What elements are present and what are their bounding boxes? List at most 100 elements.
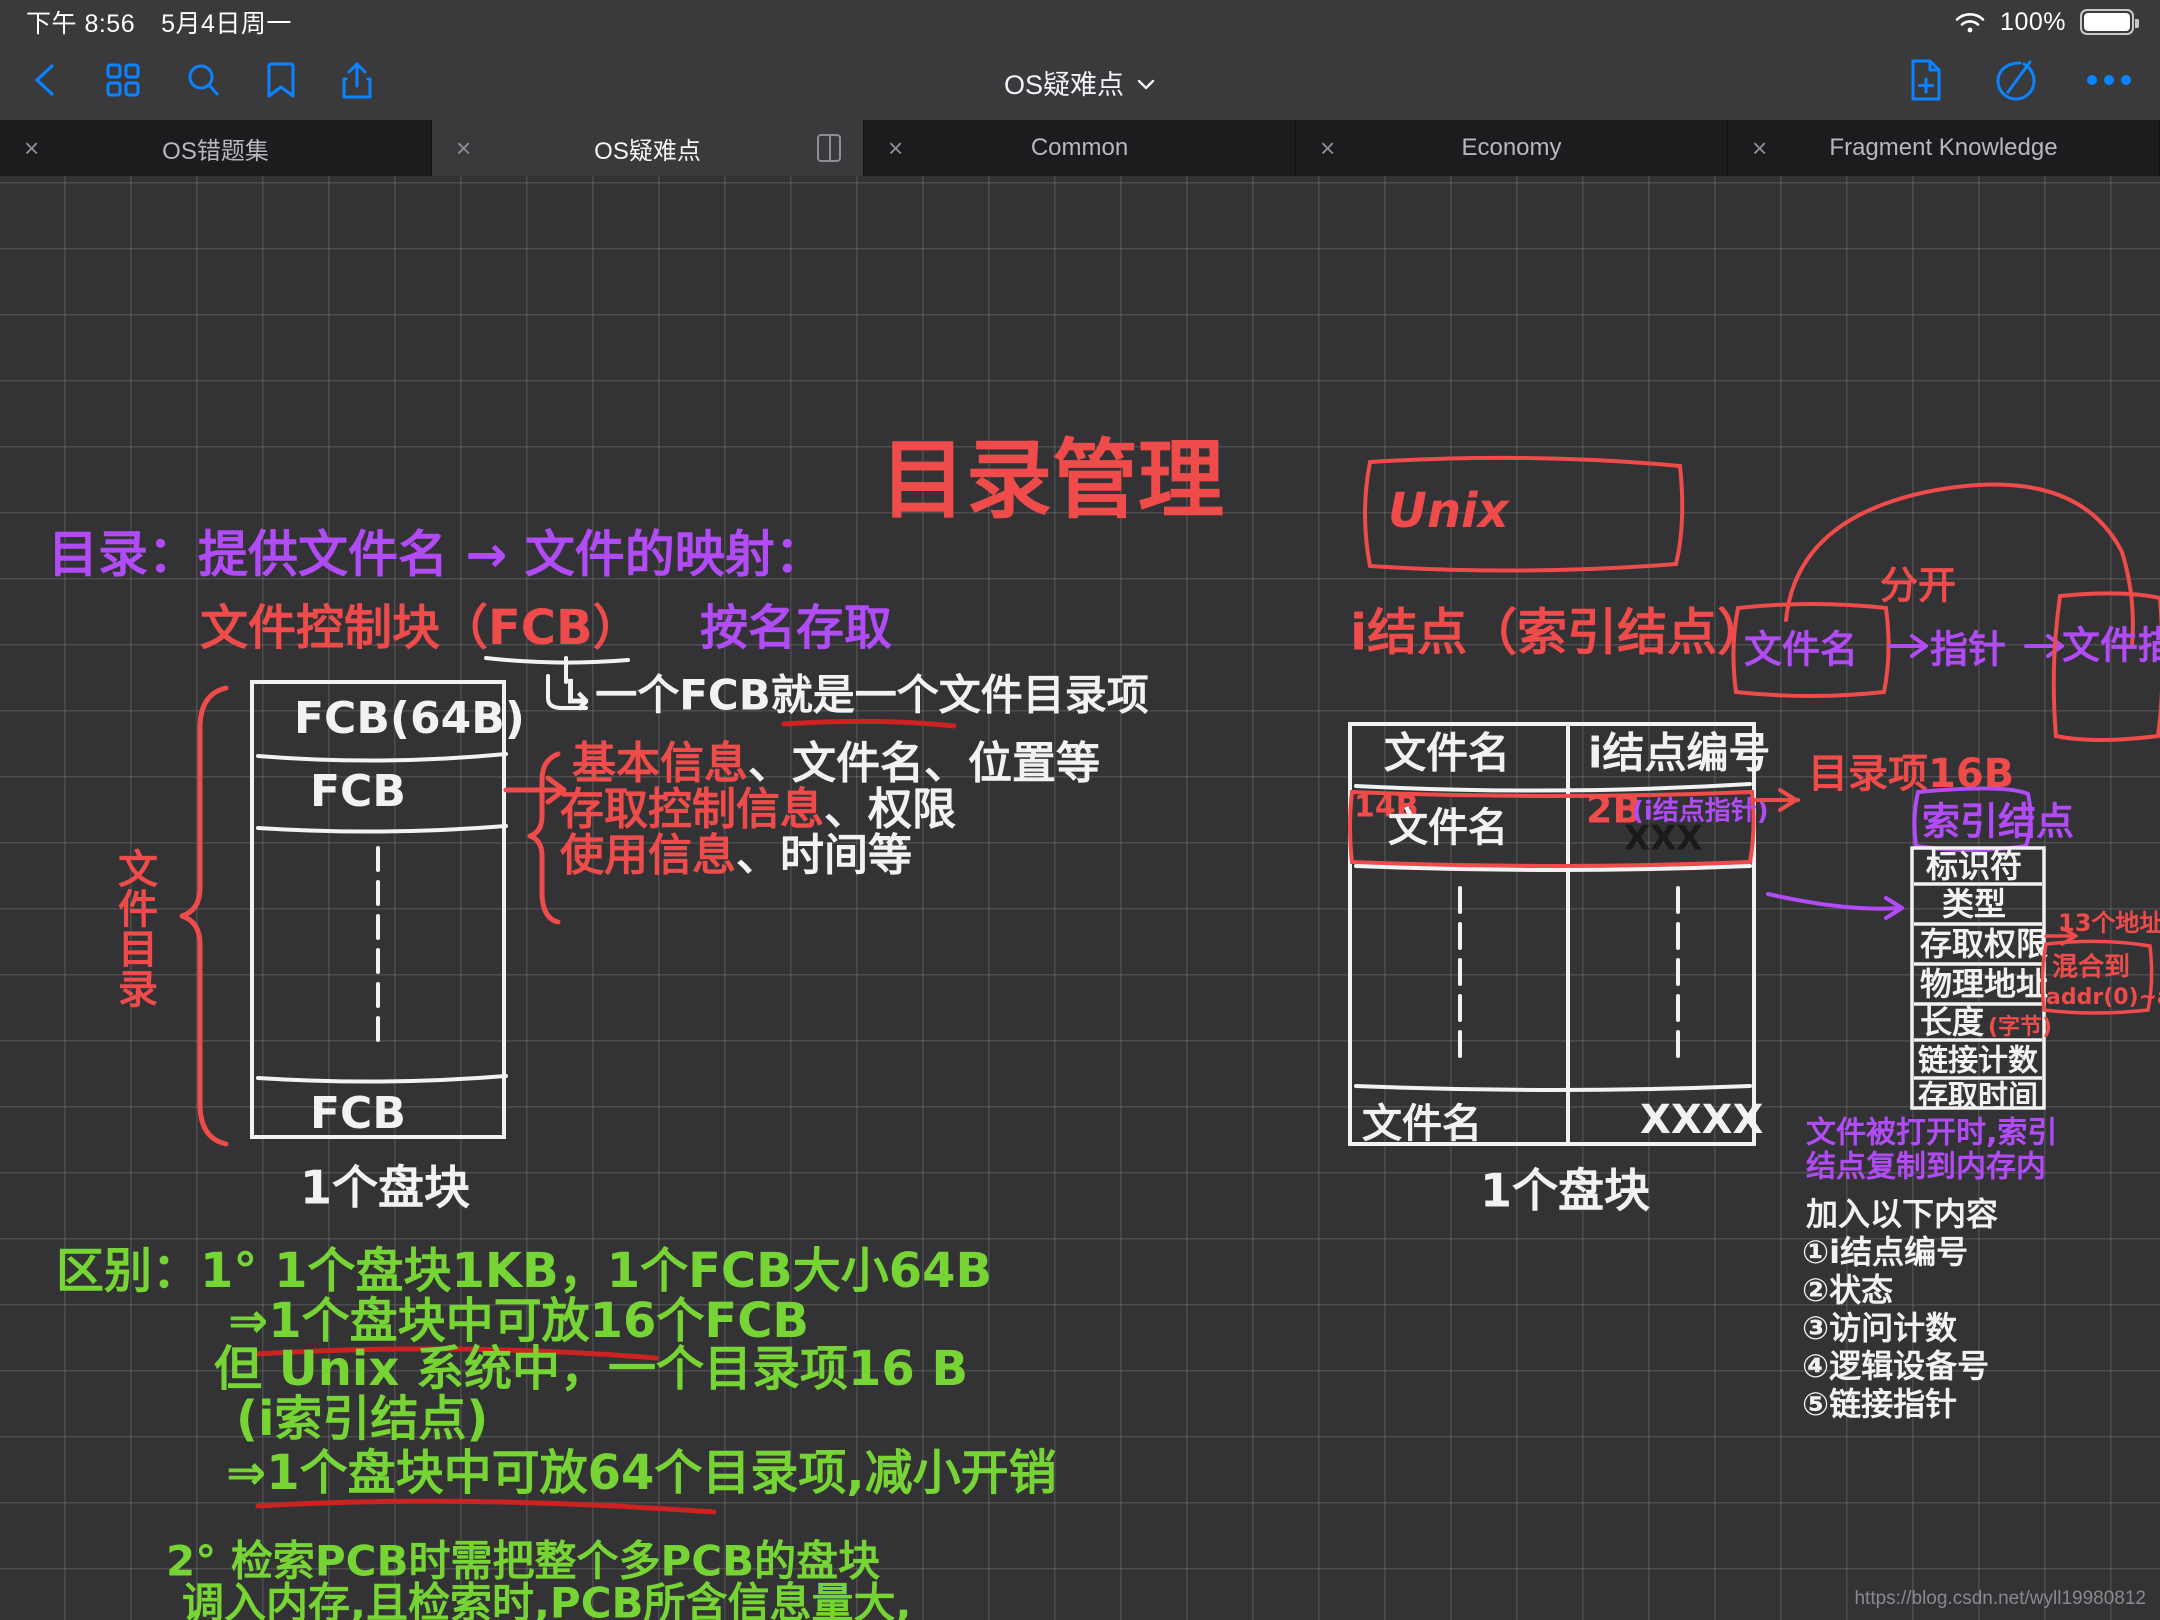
- fcb-divider-1: [256, 752, 508, 763]
- detail-item-0: 基本信息、文件名、位置等: [572, 738, 1100, 789]
- edit-pen-icon[interactable]: [1994, 57, 2038, 108]
- detail-item-1: 存取控制信息、权限: [560, 784, 956, 835]
- close-icon[interactable]: ×: [1752, 135, 1767, 161]
- status-date: 5月4日周一: [161, 10, 292, 38]
- fcb-box-outline: [250, 680, 506, 1139]
- dir-header-inodeno: i结点编号: [1588, 729, 1770, 778]
- inode-field-2: 存取权限: [1920, 925, 2048, 963]
- split-arc: [1784, 482, 2135, 646]
- detail-item-1-red: 存取控制信息: [560, 784, 824, 835]
- new-page-icon[interactable]: [1906, 57, 1946, 108]
- chain-arrow-1-icon: [1888, 634, 1928, 658]
- fcb-underline: [484, 656, 630, 665]
- wifi-icon: [1954, 10, 1986, 34]
- fcb-row-1: FCB: [310, 766, 406, 817]
- tab-os-cuotiji[interactable]: × OS错题集: [0, 120, 432, 176]
- detail-brace: [527, 751, 561, 925]
- close-icon[interactable]: ×: [1320, 135, 1335, 161]
- inode-white-note-1: ②状态: [1802, 1271, 1893, 1309]
- toolbar: OS疑难点: [0, 44, 2160, 120]
- arrow-note-underline: [781, 718, 957, 729]
- file-directory-vertical-label: 文件目录: [111, 848, 158, 1008]
- page-title: OS疑难点: [1003, 69, 1124, 100]
- left-line-2-red: 文件控制块（FCB）: [200, 600, 641, 656]
- note-canvas[interactable]: 目录管理 Unix 目录：提供文件名 → 文件的映射： 文件控制块（FCB） 按…: [0, 176, 2160, 1620]
- chain-pointer: 指针: [1930, 628, 2006, 672]
- detail-item-0-red: 基本信息: [572, 738, 748, 789]
- dir-row-right-val: XXX: [1624, 819, 1703, 859]
- bottom-line-1: 1° 1个盘块1KB，1个FCB大小64B: [200, 1243, 992, 1299]
- inode-field-4: 长度: [1920, 1003, 1984, 1041]
- split-label: 分开: [1880, 564, 1956, 608]
- chain-filename: 文件名: [1744, 628, 1858, 672]
- close-icon[interactable]: ×: [888, 135, 903, 161]
- inode-field-0: 标识符: [1926, 847, 2022, 885]
- detail-item-2-white: 、时间等: [736, 830, 912, 881]
- tab-bar: × OS错题集 × OS疑难点 × Common × Economy × Fra…: [0, 120, 2160, 176]
- tab-economy[interactable]: × Economy: [1296, 120, 1728, 176]
- bottom-para-2: 调入内存,且检索时,PCB所含信息量大,: [182, 1579, 911, 1620]
- dir-header-filename: 文件名: [1384, 729, 1510, 778]
- fcb-to-detail-arrow-icon: [503, 775, 567, 805]
- tab-fragment-knowledge[interactable]: × Fragment Knowledge: [1728, 120, 2160, 176]
- chain-descinfo: 文件描述信息: [2062, 624, 2160, 668]
- share-icon[interactable]: [340, 59, 374, 106]
- status-bar: 下午 8:56 5月4日周一 100%: [0, 0, 2160, 44]
- inode-field-1: 类型: [1942, 885, 2006, 923]
- inode-title: 索引结点: [1922, 800, 2074, 844]
- fcb-divider-3: [256, 1074, 508, 1084]
- dir-row-left: 文件名: [1388, 805, 1508, 851]
- inode-white-note-head: 加入以下内容: [1806, 1195, 1998, 1233]
- tab-label: Fragment Knowledge: [1829, 134, 2058, 161]
- inode-white-note-4: ⑤链接指针: [1802, 1385, 1957, 1423]
- inode-white-note-2: ③访问计数: [1802, 1309, 1958, 1347]
- detail-item-2: 使用信息、时间等: [560, 830, 912, 881]
- bookmark-icon[interactable]: [264, 60, 298, 105]
- battery-percent: 100%: [2000, 7, 2066, 36]
- inode-side-note-0: 13个地址: [2058, 909, 2160, 937]
- back-chevron-icon[interactable]: [28, 61, 62, 104]
- bottom-line-3: 但 Unix 系统中，一个目录项16 B: [214, 1341, 968, 1397]
- inode-side-note-2: addr(0)~addr(12): [2046, 985, 2160, 1010]
- fcb-row-2: FCB: [310, 1088, 406, 1139]
- battery-icon: [2080, 9, 2139, 35]
- detail-item-2-red: 使用信息: [560, 830, 736, 881]
- detail-item-0-white: 、文件名、位置等: [748, 738, 1100, 789]
- fcb-arrow-note: ↳一个FCB就是一个文件目录项: [560, 671, 1149, 720]
- inode-field-5: 链接计数: [1918, 1044, 2039, 1079]
- split-view-icon[interactable]: [817, 134, 841, 162]
- file-directory-brace: [179, 685, 229, 1147]
- search-icon[interactable]: [184, 61, 222, 104]
- close-icon[interactable]: ×: [24, 135, 39, 161]
- inode-white-note-3: ④逻辑设备号: [1802, 1347, 1989, 1385]
- watermark: https://blog.csdn.net/wyll19980812: [1854, 1588, 2146, 1609]
- bottom-underline-2: [255, 1498, 717, 1515]
- chevron-down-icon[interactable]: [1136, 67, 1156, 98]
- inode-side-note-1: 混合到: [2052, 952, 2130, 983]
- handwriting-layer: 目录管理 Unix 目录：提供文件名 → 文件的映射： 文件控制块（FCB） 按…: [48, 430, 2160, 1620]
- dir-footer-right: XXXX: [1640, 1097, 1764, 1143]
- note-title: 目录管理: [880, 430, 1224, 530]
- fcb-row-0: FCB(64B): [294, 693, 525, 744]
- tab-label: Economy: [1461, 134, 1562, 161]
- dir-table-row-divider-3: [1354, 1084, 1752, 1092]
- bottom-label: 区别：: [56, 1243, 200, 1299]
- more-ellipsis-icon[interactable]: [2086, 73, 2132, 92]
- fcb-box-caption: 1个盘块: [300, 1161, 470, 1215]
- bottom-line-5: ⇒1个盘块中可放64个目录项,减小开销: [226, 1445, 1057, 1501]
- bottom-line-4: (i索引结点): [236, 1391, 488, 1447]
- detail-item-1-white: 、权限: [824, 784, 956, 835]
- dir-table-caption: 1个盘块: [1480, 1164, 1650, 1218]
- tab-os-yinandian[interactable]: × OS疑难点: [432, 120, 864, 176]
- close-icon[interactable]: ×: [456, 135, 471, 161]
- tab-label: OS疑难点: [594, 137, 701, 165]
- dir-footer-left: 文件名: [1362, 1101, 1482, 1147]
- tab-common[interactable]: × Common: [864, 120, 1296, 176]
- inode-heading: i结点（索引结点）: [1350, 604, 1767, 662]
- unix-label: Unix: [1388, 483, 1511, 539]
- inode-purple-note-line2: 结点复制到内存内: [1806, 1150, 2046, 1185]
- grid-icon[interactable]: [104, 61, 142, 104]
- inode-field-3: 物理地址: [1920, 965, 2048, 1003]
- tab-label: OS错题集: [162, 137, 269, 165]
- inode-field-6: 存取时间: [1918, 1080, 2038, 1115]
